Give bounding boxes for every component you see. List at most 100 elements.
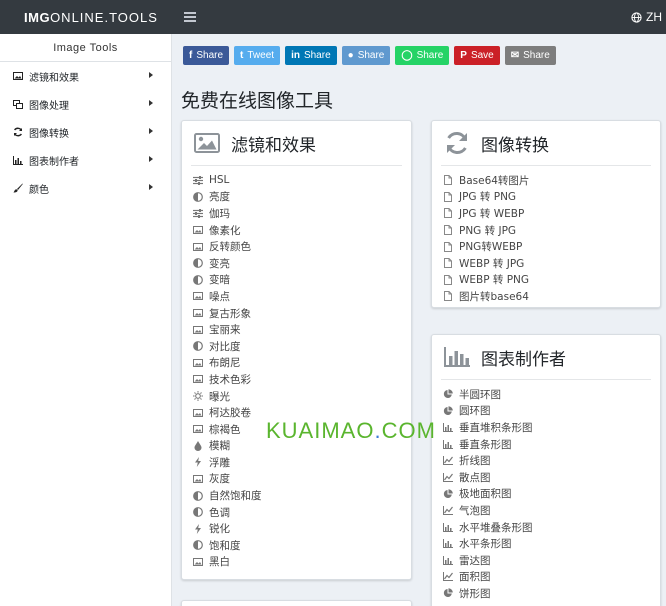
tool-link[interactable]: 饱和度: [192, 537, 411, 554]
adjust-icon: [192, 507, 203, 518]
tool-link[interactable]: 伽玛: [192, 205, 411, 222]
tool-link[interactable]: 垂直条形图: [442, 436, 660, 453]
tool-link[interactable]: 灰度: [192, 471, 411, 488]
tool-link[interactable]: 对比度: [192, 338, 411, 355]
brand-rest: ONLINE.TOOLS: [50, 9, 158, 25]
tool-link-label: 锐化: [209, 523, 230, 536]
tool-link[interactable]: JPG 转 WEBP: [442, 205, 660, 222]
tool-link[interactable]: 变亮: [192, 255, 411, 272]
tool-link[interactable]: 模糊: [192, 438, 411, 455]
sidebar-item-filters[interactable]: 滤镜和效果: [0, 62, 171, 90]
filters-links: HSL 亮度 伽玛 像素化 反转颜色 变亮 变暗 噪点 复古形象 宝丽来 对比度 布朗尼 技术色彩 曝光柯…: [182, 172, 411, 570]
tool-link-label: 浮雕: [209, 456, 230, 469]
convert-links: Base64转图片 JPG 转 PNG JPG 转 WEBP PNG 转 JPG PNG…: [432, 172, 660, 305]
tool-link[interactable]: 水平堆叠条形图: [442, 519, 660, 536]
tool-link-label: 黑白: [209, 556, 230, 569]
file-icon: [442, 291, 453, 302]
caret-right-icon: [149, 184, 153, 190]
tool-link[interactable]: 噪点: [192, 288, 411, 305]
tool-link[interactable]: 饼形图: [442, 585, 660, 602]
tool-link-label: 圆环图: [459, 405, 491, 418]
file-icon: [442, 274, 453, 285]
tool-link[interactable]: 气泡图: [442, 502, 660, 519]
tool-link[interactable]: 自然饱和度: [192, 487, 411, 504]
sidebar-item-convert[interactable]: 图像转换: [0, 118, 171, 146]
sidebar-item-processing[interactable]: 图像处理: [0, 90, 171, 118]
tool-link[interactable]: 色调: [192, 504, 411, 521]
tool-link[interactable]: Base64转图片: [442, 172, 660, 189]
tool-link[interactable]: 像素化: [192, 222, 411, 239]
twitter-tweet-button[interactable]: t Tweet: [234, 46, 281, 65]
tool-link[interactable]: 反转颜色: [192, 238, 411, 255]
tool-link-label: WEBP 转 PNG: [459, 274, 530, 287]
reddit-icon: ●: [347, 50, 354, 61]
tool-link[interactable]: WEBP 转 PNG: [442, 272, 660, 289]
tool-link[interactable]: 面积图: [442, 569, 660, 586]
tool-link[interactable]: 曝光: [192, 388, 411, 405]
linkedin-share-button[interactable]: in Share: [285, 46, 337, 65]
tool-link[interactable]: JPG 转 PNG: [442, 189, 660, 206]
sync-icon: [12, 127, 24, 137]
tool-link-label: 气泡图: [459, 504, 491, 517]
email-share-button[interactable]: ✉ Share: [504, 46, 556, 65]
tool-link[interactable]: 宝丽来: [192, 321, 411, 338]
tool-link[interactable]: 散点图: [442, 469, 660, 486]
facebook-share-button[interactable]: f Share: [183, 46, 230, 65]
tool-link[interactable]: 图片转base64: [442, 288, 660, 305]
brand-logo[interactable]: IMG ONLINE.TOOLS: [0, 10, 172, 25]
tool-link[interactable]: 变暗: [192, 272, 411, 289]
language-switcher[interactable]: ZH: [631, 0, 662, 34]
tool-link-label: WEBP 转 JPG: [459, 257, 525, 270]
bar-chart-icon: [12, 155, 24, 165]
adjust-icon: [192, 191, 203, 202]
tool-link[interactable]: PNG 转 JPG: [442, 222, 660, 239]
tool-link[interactable]: 水平条形图: [442, 535, 660, 552]
sidebar: Image Tools 滤镜和效果 图像处理 图像转换 图表制作者 颜色: [0, 34, 172, 606]
tool-link[interactable]: 雷达图: [442, 552, 660, 569]
tool-link-label: Base64转图片: [459, 174, 530, 187]
tool-link[interactable]: 折线图: [442, 452, 660, 469]
file-icon: [442, 241, 453, 252]
next-card: [181, 600, 412, 606]
tool-link[interactable]: 黑白: [192, 554, 411, 571]
tool-link-label: 灰度: [209, 473, 230, 486]
tool-link[interactable]: 锐化: [192, 520, 411, 537]
tool-link[interactable]: 半圆环图: [442, 386, 660, 403]
charts-card: 图表制作者 半圆环图 圆环图 垂直堆积条形图 垂直条形图 折线图 散点图 极地面积图 气泡图水…: [431, 334, 661, 606]
sidebar-item-charts[interactable]: 图表制作者: [0, 146, 171, 174]
tool-link-label: 棕褐色: [209, 423, 241, 436]
caret-right-icon: [149, 128, 153, 134]
tool-link[interactable]: 复古形象: [192, 305, 411, 322]
tool-link-label: 垂直堆积条形图: [459, 421, 533, 434]
tool-link[interactable]: 圆环图: [442, 403, 660, 420]
tool-link-label: 极地面积图: [459, 488, 512, 501]
tool-link[interactable]: 亮度: [192, 189, 411, 206]
tool-link-label: 半圆环图: [459, 388, 501, 401]
image-icon: [192, 308, 203, 318]
tool-link-label: 饱和度: [209, 539, 241, 552]
tool-link-label: 水平条形图: [459, 538, 512, 551]
tool-link[interactable]: 棕褐色: [192, 421, 411, 438]
tool-link[interactable]: 技术色彩: [192, 371, 411, 388]
tool-link[interactable]: 极地面积图: [442, 486, 660, 503]
menu-toggle-icon[interactable]: [184, 12, 196, 22]
language-label: ZH: [646, 10, 662, 24]
bolt-icon: [192, 457, 203, 468]
tool-link[interactable]: 垂直堆积条形图: [442, 419, 660, 436]
adjust-icon: [192, 490, 203, 501]
twitter-icon: t: [240, 50, 244, 61]
tool-link[interactable]: WEBP 转 JPG: [442, 255, 660, 272]
tool-link[interactable]: PNG转WEBP: [442, 238, 660, 255]
pinterest-save-button[interactable]: P Save: [454, 46, 500, 65]
sidebar-item-label: 图像转换: [29, 128, 69, 140]
tool-link[interactable]: 柯达胶卷: [192, 404, 411, 421]
whatsapp-share-button[interactable]: ◯ Share: [395, 46, 450, 65]
sidebar-item-colors[interactable]: 颜色: [0, 174, 171, 202]
tool-link-label: 折线图: [459, 455, 491, 468]
tool-link[interactable]: 浮雕: [192, 454, 411, 471]
divider: [441, 165, 651, 166]
tool-link[interactable]: 布朗尼: [192, 355, 411, 372]
tool-link[interactable]: HSL: [192, 172, 411, 189]
pie-icon: [442, 489, 453, 499]
reddit-share-button[interactable]: ● Share: [341, 46, 391, 65]
